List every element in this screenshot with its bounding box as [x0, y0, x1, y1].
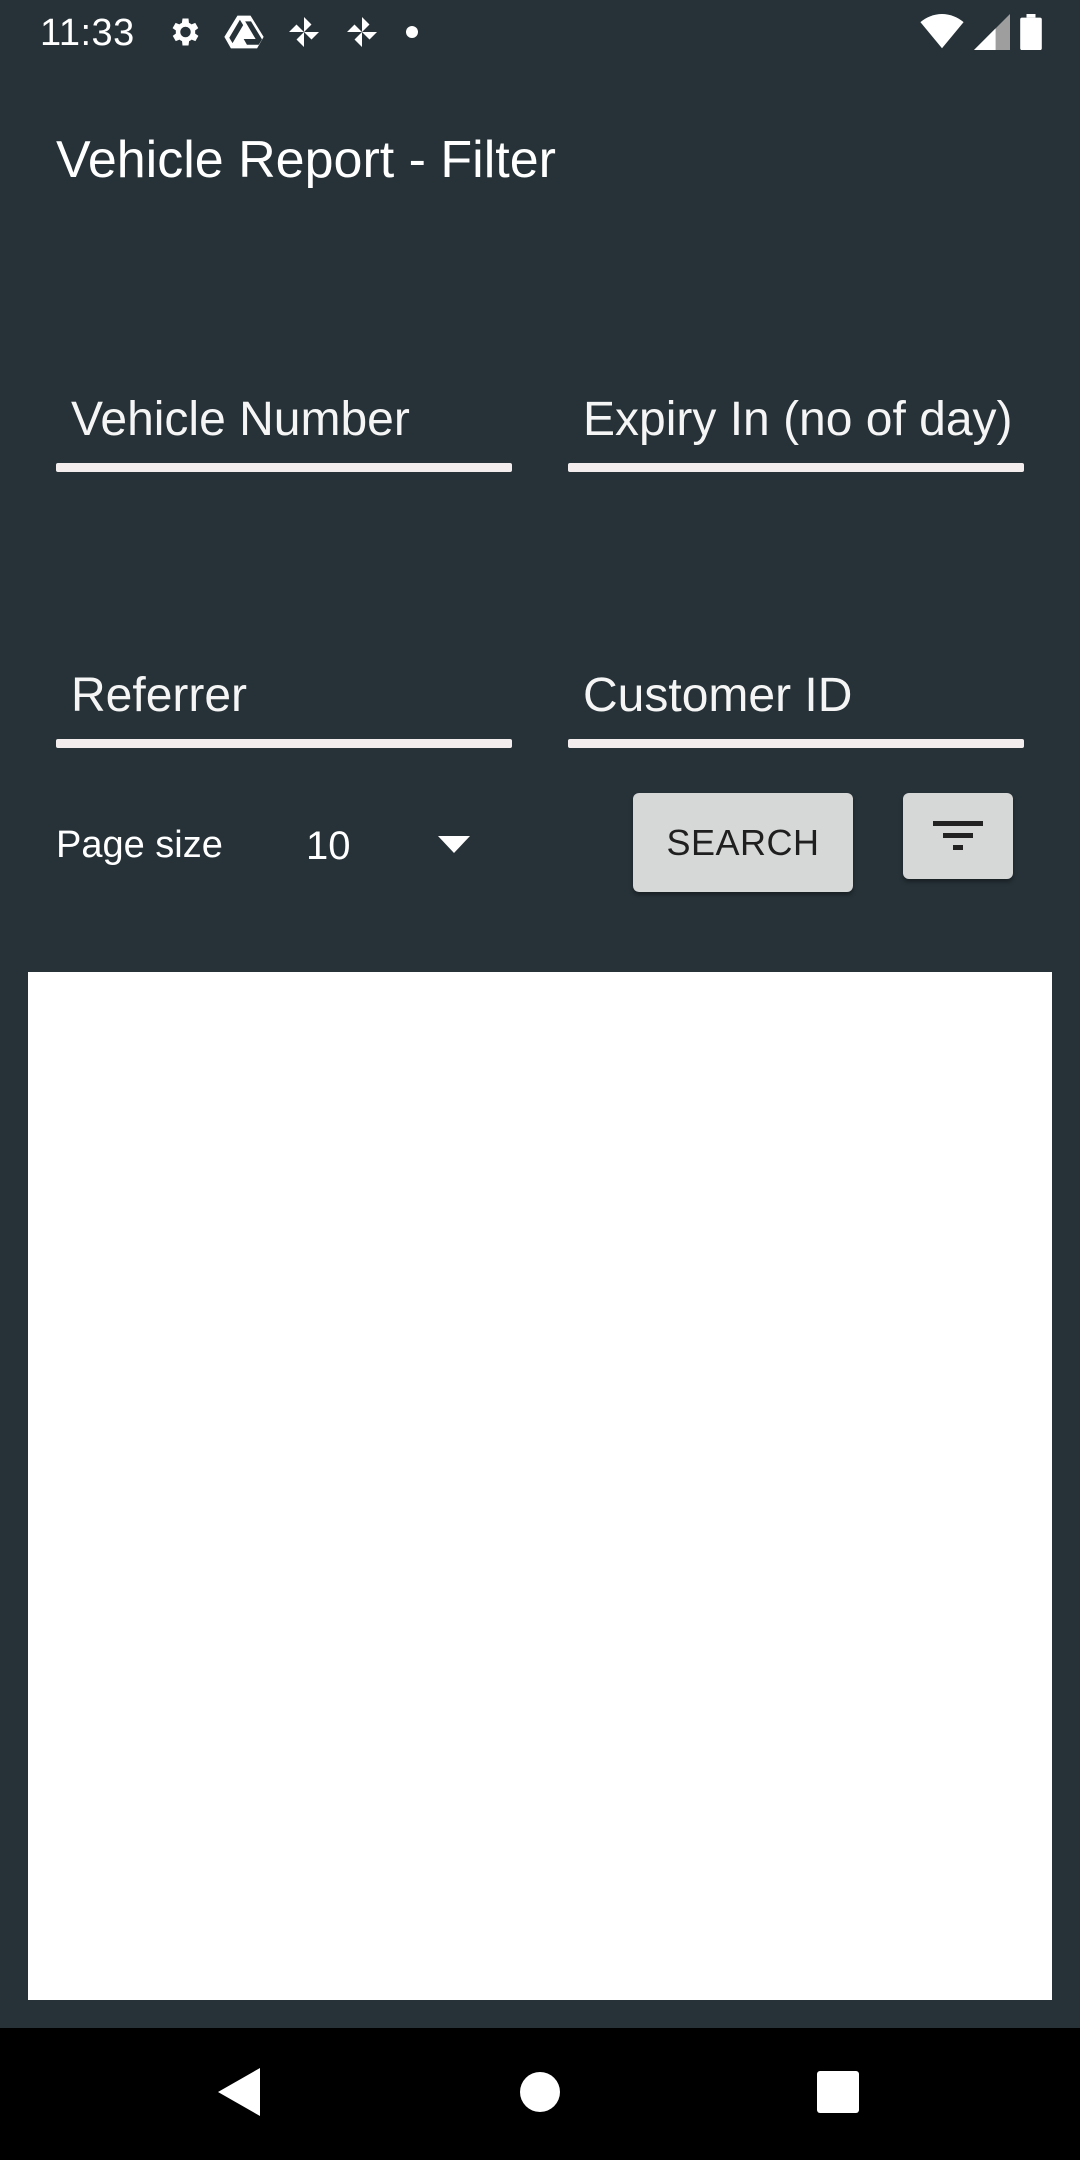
recents-button[interactable]	[768, 2028, 908, 2160]
home-button[interactable]	[470, 2028, 610, 2160]
customer-id-field[interactable]: Customer ID	[568, 658, 1024, 748]
settings-icon	[166, 14, 202, 50]
field-underline	[56, 739, 512, 748]
field-underline	[568, 739, 1024, 748]
page-size-label: Page size	[56, 824, 223, 866]
field-underline	[56, 463, 512, 472]
battery-icon	[1020, 14, 1042, 55]
pinwheel-icon	[344, 14, 380, 50]
expiry-days-field[interactable]: Expiry In (no of day)	[568, 382, 1024, 472]
signal-icon	[974, 14, 1010, 55]
results-panel	[28, 972, 1052, 2000]
page-title: Vehicle Report - Filter	[56, 131, 556, 189]
filter-list-icon	[933, 815, 983, 858]
status-icons-left	[166, 14, 422, 50]
dot-icon	[402, 22, 422, 42]
app-screen: 11:33 Vehicle Report - Filter Vehicle Nu…	[0, 0, 1080, 2160]
referrer-field[interactable]: Referrer	[56, 658, 512, 748]
page-size-value: 10	[306, 824, 351, 868]
home-icon	[520, 2071, 560, 2117]
status-icons-right	[920, 14, 1042, 55]
back-icon	[218, 2067, 262, 2121]
search-button[interactable]: SEARCH	[633, 793, 853, 892]
vehicle-number-field[interactable]: Vehicle Number	[56, 382, 512, 472]
referrer-placeholder: Referrer	[71, 669, 248, 722]
pinwheel-icon	[286, 14, 322, 50]
drive-icon	[224, 14, 264, 50]
customer-id-placeholder: Customer ID	[583, 669, 853, 722]
navigation-bar	[0, 2028, 1080, 2160]
vehicle-number-placeholder: Vehicle Number	[71, 393, 410, 446]
back-button[interactable]	[170, 2028, 310, 2160]
page-size-dropdown[interactable]: 10	[300, 810, 480, 880]
expiry-days-placeholder: Expiry In (no of day)	[583, 393, 1013, 446]
field-underline	[568, 463, 1024, 472]
status-time: 11:33	[40, 12, 135, 54]
filter-button[interactable]	[903, 793, 1013, 879]
wifi-icon	[920, 14, 964, 55]
recents-icon	[817, 2070, 859, 2118]
status-bar: 11:33	[0, 0, 1080, 66]
dropdown-arrow-icon	[438, 836, 470, 859]
